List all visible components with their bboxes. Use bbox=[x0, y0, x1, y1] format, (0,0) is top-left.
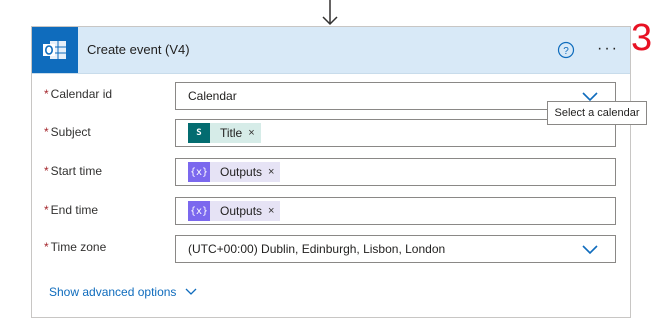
chevron-down-icon[interactable] bbox=[581, 243, 599, 257]
create-event-action-card: Create event (V4) ? ··· * Calendar id Cal… bbox=[31, 26, 631, 318]
title-token[interactable]: S Title × bbox=[188, 123, 261, 143]
chevron-down-icon bbox=[185, 288, 197, 295]
help-circle-icon[interactable]: ? bbox=[557, 41, 575, 59]
close-icon[interactable]: × bbox=[268, 166, 274, 178]
end-time-label: * End time bbox=[44, 203, 98, 217]
required-asterisk: * bbox=[44, 87, 49, 101]
time-zone-label-text: Time zone bbox=[50, 240, 107, 254]
start-time-label-text: Start time bbox=[50, 164, 103, 178]
time-zone-dropdown[interactable]: (UTC+00:00) Dublin, Edinburgh, Lisbon, L… bbox=[175, 235, 616, 263]
show-advanced-options-link[interactable]: Show advanced options bbox=[49, 285, 198, 299]
outputs-token[interactable]: {x} Outputs × bbox=[188, 162, 281, 182]
close-icon[interactable]: × bbox=[248, 127, 254, 139]
action-title: Create event (V4) bbox=[87, 42, 190, 57]
sharepoint-icon: S bbox=[188, 123, 210, 143]
select-calendar-tooltip: Select a calendar bbox=[547, 101, 647, 125]
close-icon[interactable]: × bbox=[268, 205, 274, 217]
expression-icon: {x} bbox=[188, 162, 210, 182]
token-label: Title bbox=[220, 126, 243, 140]
time-zone-value: (UTC+00:00) Dublin, Edinburgh, Lisbon, L… bbox=[188, 242, 446, 256]
end-time-input[interactable]: {x} Outputs × bbox=[175, 197, 616, 225]
required-asterisk: * bbox=[44, 240, 49, 254]
calendar-id-label: * Calendar id bbox=[44, 87, 112, 101]
end-time-label-text: End time bbox=[50, 203, 99, 217]
expression-icon: {x} bbox=[188, 201, 210, 221]
subject-label-text: Subject bbox=[50, 125, 91, 139]
action-header[interactable]: Create event (V4) ? ··· bbox=[32, 27, 630, 74]
required-asterisk: * bbox=[44, 125, 49, 139]
token-label: Outputs bbox=[220, 165, 263, 179]
advanced-options-label: Show advanced options bbox=[49, 285, 177, 299]
outputs-token[interactable]: {x} Outputs × bbox=[188, 201, 281, 221]
required-asterisk: * bbox=[44, 164, 49, 178]
subject-label: * Subject bbox=[44, 125, 91, 139]
step-number-annotation: 3 bbox=[631, 17, 653, 59]
start-time-input[interactable]: {x} Outputs × bbox=[175, 158, 616, 186]
required-asterisk: * bbox=[44, 203, 49, 217]
more-horizontal-icon[interactable]: ··· bbox=[594, 39, 622, 59]
calendar-id-value: Calendar bbox=[188, 89, 237, 103]
token-label: Outputs bbox=[220, 204, 263, 218]
outlook-icon bbox=[32, 27, 78, 73]
calendar-id-label-text: Calendar id bbox=[50, 87, 113, 101]
svg-text:?: ? bbox=[563, 46, 569, 57]
start-time-label: * Start time bbox=[44, 164, 102, 178]
time-zone-label: * Time zone bbox=[44, 240, 106, 254]
